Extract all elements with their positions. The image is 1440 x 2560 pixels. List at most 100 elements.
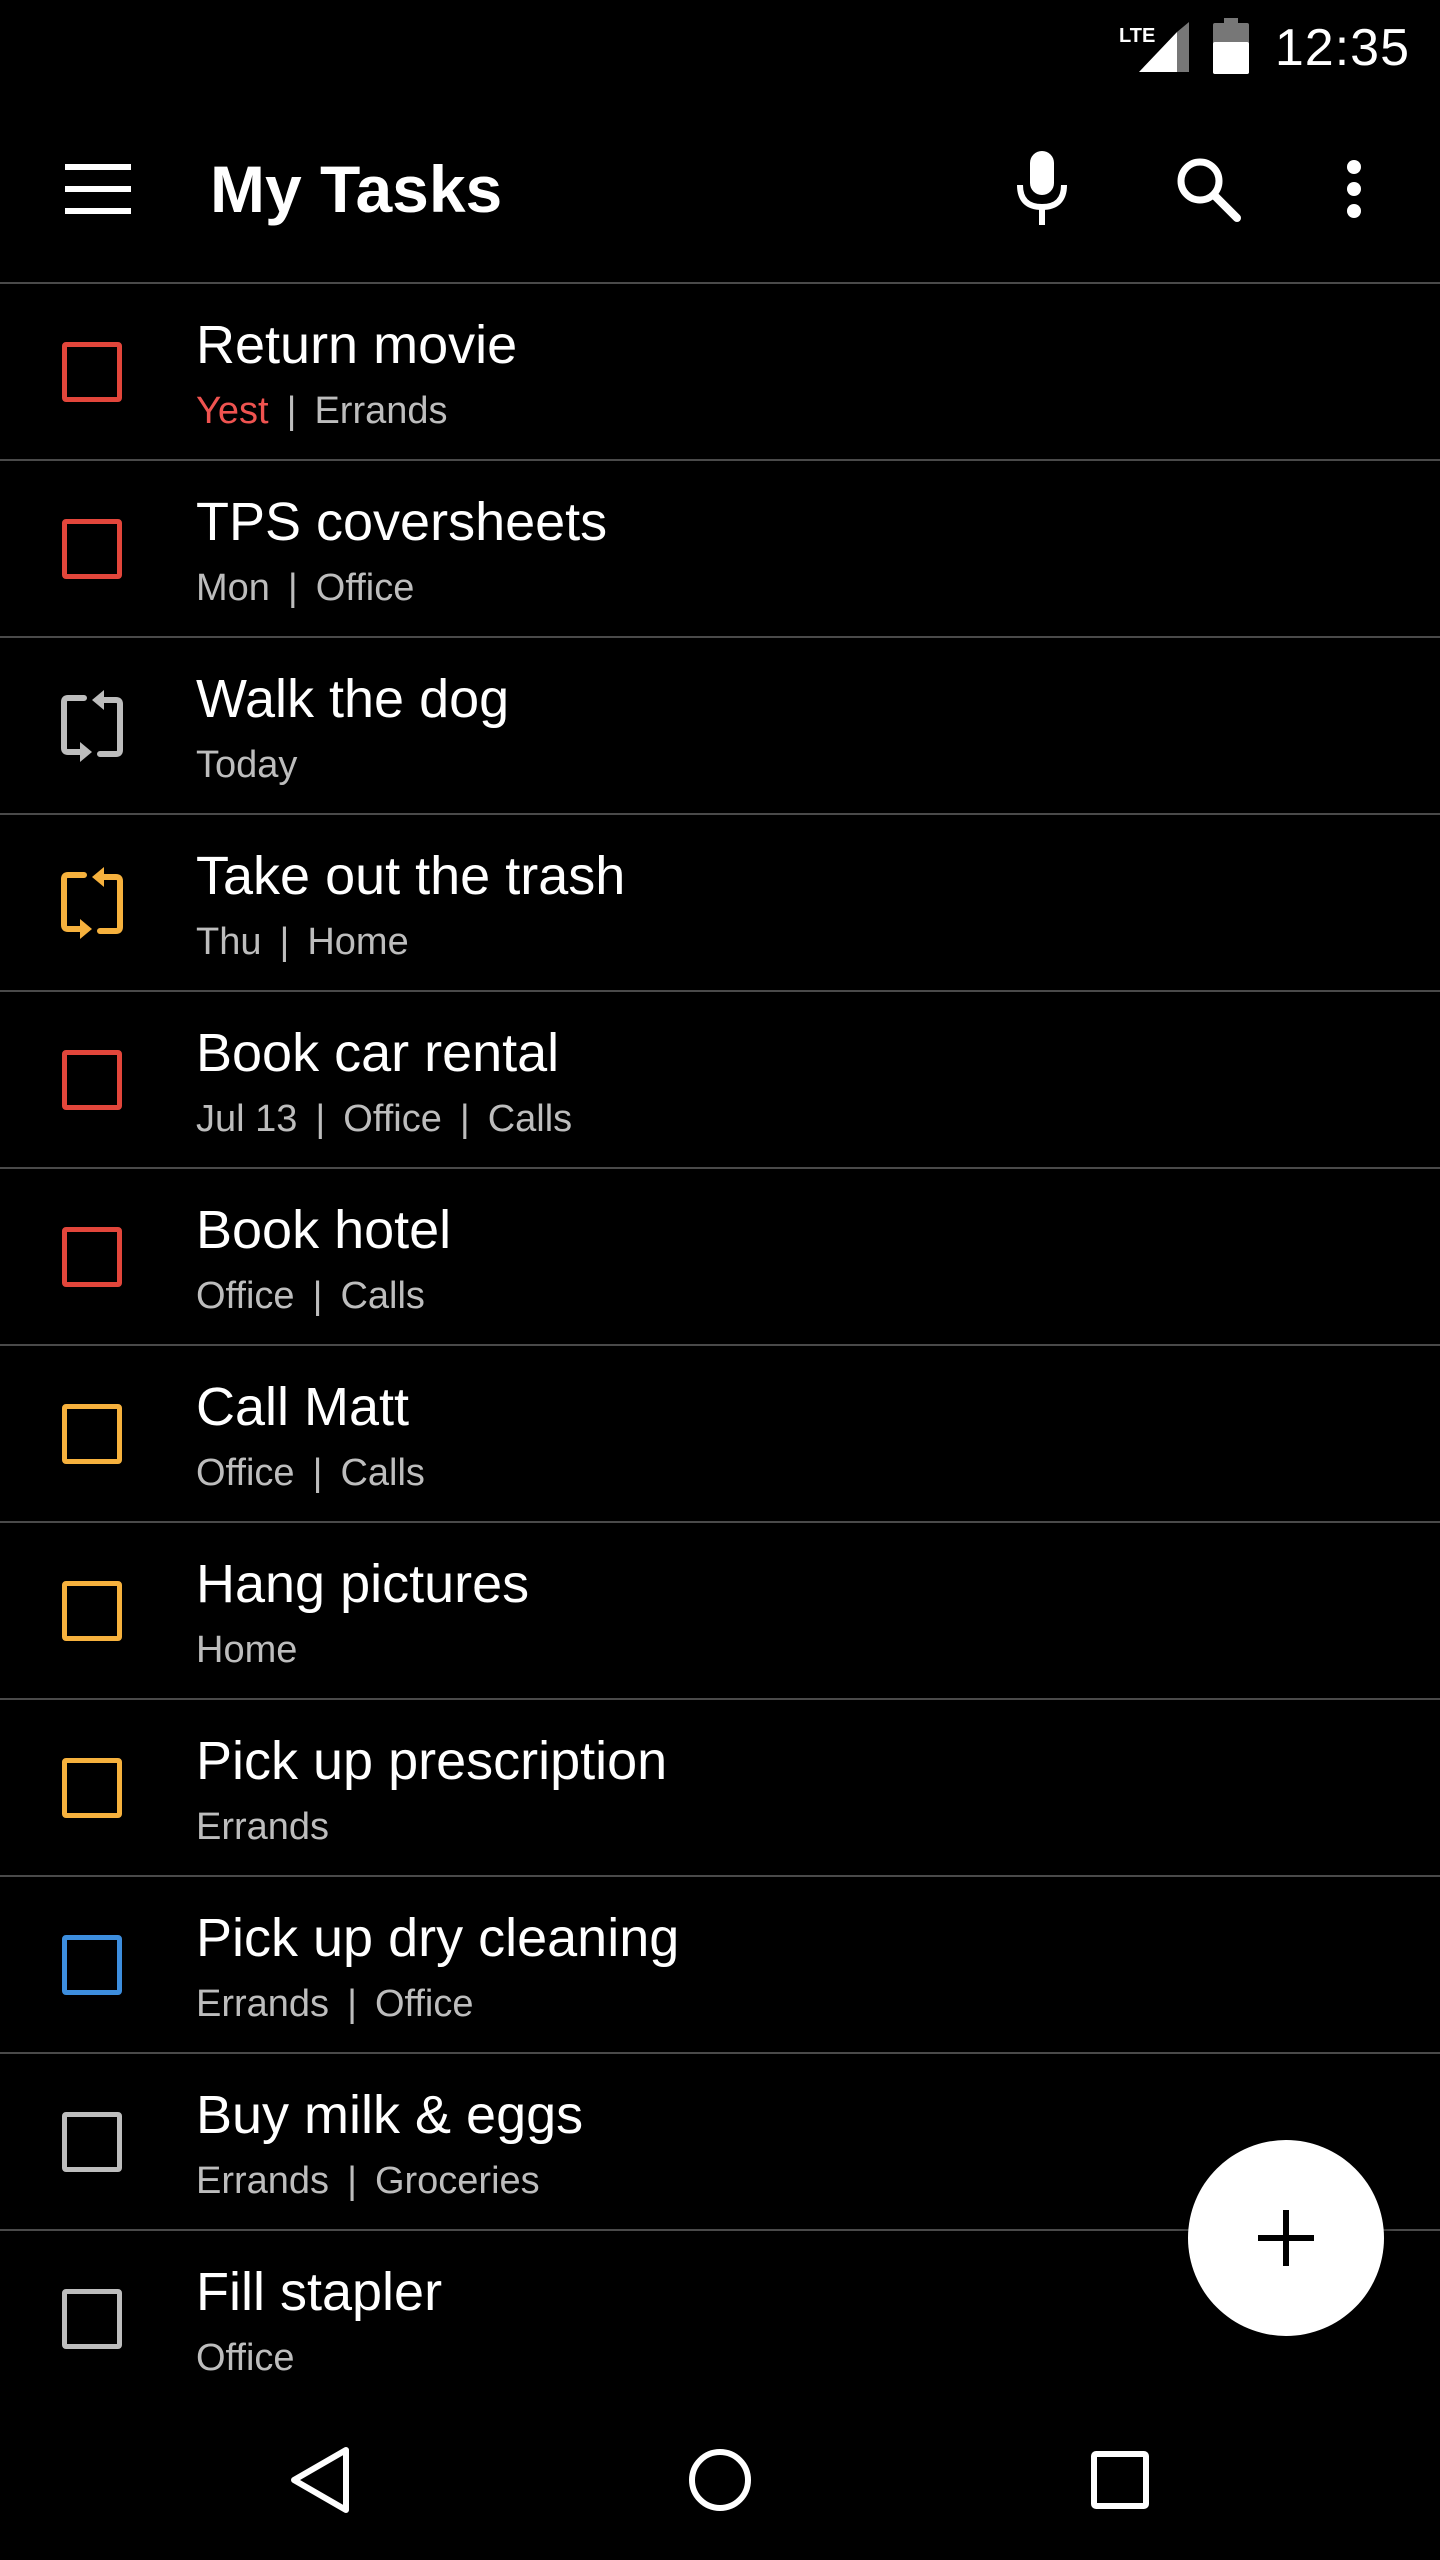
menu-button[interactable] xyxy=(38,129,158,249)
more-options-button[interactable] xyxy=(1294,129,1414,249)
task-meta-item: Errands xyxy=(196,2160,330,2202)
checkbox-square-icon xyxy=(62,519,122,579)
more-vert-icon xyxy=(1347,160,1361,218)
recents-icon xyxy=(1091,2451,1149,2509)
task-meta: Errands | Groceries xyxy=(196,2160,540,2203)
task-title: Fill stapler xyxy=(196,2262,443,2322)
task-checkbox[interactable] xyxy=(60,1048,124,1112)
meta-separator: | xyxy=(312,1452,323,1494)
checkbox-square-icon xyxy=(62,1050,122,1110)
task-list: Return movie Yest | Errands TPS coversheets M… xyxy=(0,284,1440,2400)
task-title: Hang pictures xyxy=(196,1554,530,1614)
search-icon xyxy=(1177,158,1241,222)
network-type-label: LTE xyxy=(1119,25,1155,47)
repeat-checkbox-icon[interactable] xyxy=(60,690,124,762)
app-bar: My Tasks xyxy=(0,96,1440,284)
task-row[interactable]: Take out the trash Thu | Home xyxy=(0,815,1440,992)
task-meta: Office xyxy=(196,2337,295,2380)
task-title: Book hotel xyxy=(196,1200,452,1260)
signal-icon: LTE xyxy=(1119,22,1189,74)
task-meta-item: Errands xyxy=(196,1806,330,1848)
task-meta-item: Mon xyxy=(196,567,270,609)
task-meta-item: Yest xyxy=(196,390,269,432)
checkbox-square-icon xyxy=(62,2289,122,2349)
task-meta-item: Thu xyxy=(196,921,262,963)
meta-separator: | xyxy=(315,1098,326,1140)
task-meta: Yest | Errands xyxy=(196,390,448,433)
task-title: Call Matt xyxy=(196,1377,410,1437)
recents-button[interactable] xyxy=(1050,2410,1190,2550)
clock: 12:35 xyxy=(1274,19,1410,77)
add-icon xyxy=(1258,2210,1314,2266)
search-button[interactable] xyxy=(1148,129,1268,249)
meta-separator: | xyxy=(347,1983,357,2025)
task-title: Book car rental xyxy=(196,1023,560,1083)
repeat-checkbox-icon[interactable] xyxy=(60,867,124,939)
task-checkbox[interactable] xyxy=(60,1579,124,1643)
meta-separator: | xyxy=(459,1098,470,1140)
task-title: Take out the trash xyxy=(196,846,626,906)
navigation-bar xyxy=(0,2400,1440,2560)
menu-icon xyxy=(65,164,131,214)
task-meta: Jul 13 | Office | Calls xyxy=(196,1098,572,1141)
task-meta-item: Errands xyxy=(314,390,448,432)
task-title: Return movie xyxy=(196,315,518,375)
back-icon xyxy=(291,2447,349,2513)
voice-input-button[interactable] xyxy=(982,129,1102,249)
task-checkbox[interactable] xyxy=(60,340,124,404)
page-title: My Tasks xyxy=(210,152,503,226)
task-meta-item: Office xyxy=(196,1452,295,1494)
status-bar: LTE 12:35 xyxy=(0,0,1440,96)
task-row[interactable]: Hang pictures Home xyxy=(0,1523,1440,1700)
checkbox-square-icon xyxy=(62,1404,122,1464)
task-meta: Errands xyxy=(196,1806,329,1849)
task-meta-item: Errands xyxy=(196,1983,330,2025)
add-task-button[interactable] xyxy=(1188,2140,1384,2336)
checkbox-square-icon xyxy=(62,1935,122,1995)
meta-separator: | xyxy=(279,921,290,963)
task-meta: Today xyxy=(196,744,297,787)
task-meta-item: Calls xyxy=(487,1098,573,1140)
task-meta: Home xyxy=(196,1629,297,1672)
task-meta: Office | Calls xyxy=(196,1452,425,1495)
task-meta: Thu | Home xyxy=(196,921,409,964)
task-row[interactable]: Pick up dry cleaning Errands | Office xyxy=(0,1877,1440,2054)
checkbox-square-icon xyxy=(62,2112,122,2172)
task-meta: Errands | Office xyxy=(196,1983,474,2026)
task-checkbox[interactable] xyxy=(60,1225,124,1289)
task-checkbox[interactable] xyxy=(60,1756,124,1820)
task-meta: Office | Calls xyxy=(196,1275,425,1318)
meta-separator: | xyxy=(286,390,297,432)
home-button[interactable] xyxy=(650,2410,790,2550)
task-meta-item: Office xyxy=(343,1098,442,1140)
task-meta-item: Home xyxy=(307,921,409,963)
battery-icon xyxy=(1212,17,1249,79)
task-checkbox[interactable] xyxy=(60,1402,124,1466)
task-row[interactable]: Call Matt Office | Calls xyxy=(0,1346,1440,1523)
meta-separator: | xyxy=(312,1275,323,1317)
home-icon xyxy=(689,2449,751,2511)
checkbox-square-icon xyxy=(62,342,122,402)
back-button[interactable] xyxy=(250,2410,390,2550)
task-checkbox[interactable] xyxy=(60,2110,124,2174)
task-meta-item: Office xyxy=(374,1983,474,2025)
task-title: TPS coversheets xyxy=(196,492,608,552)
task-checkbox[interactable] xyxy=(60,1933,124,1997)
task-checkbox[interactable] xyxy=(60,517,124,581)
task-row[interactable]: Walk the dog Today xyxy=(0,638,1440,815)
mic-icon xyxy=(1017,151,1067,225)
checkbox-square-icon xyxy=(62,1758,122,1818)
task-checkbox[interactable] xyxy=(60,2287,124,2351)
task-row[interactable]: Pick up prescription Errands xyxy=(0,1700,1440,1877)
task-meta-item: Jul 13 xyxy=(196,1098,298,1140)
task-row[interactable]: Book car rental Jul 13 | Office | Calls xyxy=(0,992,1440,1169)
checkbox-square-icon xyxy=(62,1227,122,1287)
task-row[interactable]: Book hotel Office | Calls xyxy=(0,1169,1440,1346)
task-row[interactable]: TPS coversheets Mon | Office xyxy=(0,461,1440,638)
task-title: Walk the dog xyxy=(196,669,510,729)
meta-separator: | xyxy=(287,567,298,609)
task-title: Buy milk & eggs xyxy=(196,2085,584,2145)
task-row[interactable]: Return movie Yest | Errands xyxy=(0,284,1440,461)
task-meta-item: Calls xyxy=(340,1452,425,1494)
task-meta-item: Office xyxy=(196,1275,295,1317)
